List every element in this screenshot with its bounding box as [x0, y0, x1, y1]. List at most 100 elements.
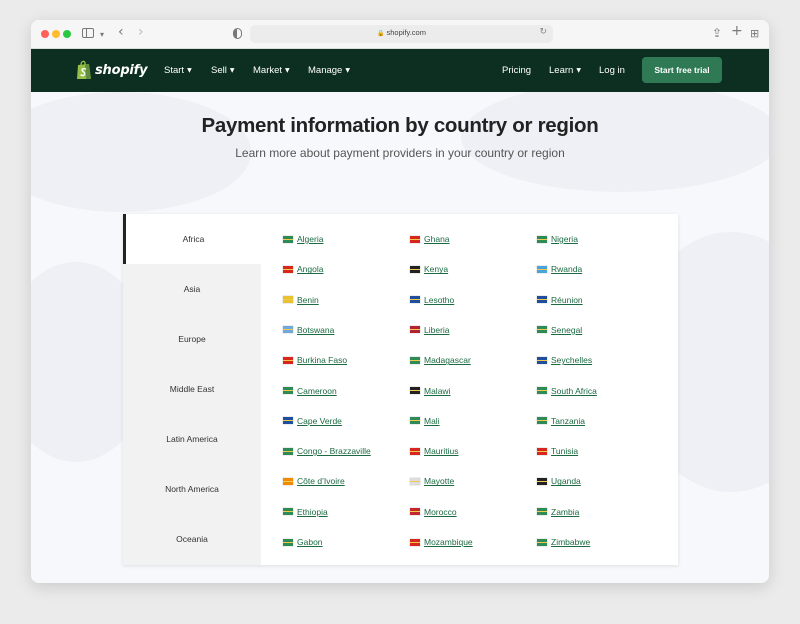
flag-icon	[283, 326, 293, 334]
chevron-down-icon[interactable]: ▾	[100, 27, 104, 43]
flag-icon	[410, 538, 420, 546]
country-link[interactable]: Seychelles	[537, 355, 592, 365]
country-link[interactable]: Tunisia	[537, 446, 578, 456]
shopify-logo[interactable]: shopify	[76, 60, 148, 80]
page-title: Payment information by country or region	[201, 114, 599, 137]
flag-icon	[537, 326, 547, 334]
country-link[interactable]: Congo - Brazzaville	[283, 446, 371, 456]
country-name: Morocco	[424, 506, 457, 517]
tab-north-america[interactable]: North America	[123, 464, 261, 514]
country-link[interactable]: Cape Verde	[283, 416, 342, 426]
country-link[interactable]: Tanzania	[537, 416, 585, 426]
privacy-shield-icon[interactable]	[233, 28, 242, 39]
country-name: Madagascar	[424, 355, 471, 366]
tab-europe[interactable]: Europe	[123, 314, 261, 364]
country-link[interactable]: Senegal	[537, 325, 582, 335]
country-link[interactable]: Liberia	[410, 325, 450, 335]
flag-icon	[283, 296, 293, 304]
country-link[interactable]: Mauritius	[410, 446, 458, 456]
country-name: Mali	[424, 415, 440, 426]
nav-pricing[interactable]: Pricing	[502, 65, 531, 76]
country-name: Ghana	[424, 234, 450, 244]
flag-icon	[410, 235, 420, 243]
country-name: Gabon	[297, 537, 323, 547]
tab-latin-america[interactable]: Latin America	[123, 414, 261, 464]
country-link[interactable]: Mozambique	[410, 537, 473, 547]
country-link[interactable]: South Africa	[537, 386, 597, 396]
flag-icon	[537, 265, 547, 273]
country-name: Réunion	[551, 294, 583, 305]
country-link[interactable]: Cameroon	[283, 386, 337, 396]
country-link[interactable]: Gabon	[283, 537, 323, 547]
close-window-button[interactable]	[41, 30, 49, 38]
country-link[interactable]: Uganda	[537, 476, 581, 486]
country-link[interactable]: Rwanda	[537, 264, 582, 274]
minimize-window-button[interactable]	[52, 30, 60, 38]
login-link[interactable]: Log in	[599, 65, 625, 76]
country-link[interactable]: Algeria	[283, 234, 323, 244]
nav-sell[interactable]: Sell ▼	[211, 65, 234, 76]
country-link[interactable]: Ghana	[410, 234, 450, 244]
chevron-down-icon: ▼	[285, 67, 290, 74]
region-tabs: Africa Asia Europe Middle East Latin Ame…	[123, 214, 261, 565]
tab-asia[interactable]: Asia	[123, 264, 261, 314]
start-free-trial-button[interactable]: Start free trial	[642, 57, 722, 83]
country-link[interactable]: Benin	[283, 295, 319, 305]
back-icon[interactable]: ‹	[118, 24, 124, 40]
tab-overview-icon[interactable]: ⊞	[750, 26, 759, 42]
flag-icon	[283, 508, 293, 516]
country-link[interactable]: Ethiopia	[283, 507, 328, 517]
tab-middle-east[interactable]: Middle East	[123, 364, 261, 414]
country-link[interactable]: Botswana	[283, 325, 334, 335]
country-link[interactable]: Mayotte	[410, 476, 454, 486]
country-link[interactable]: Angola	[283, 264, 323, 274]
nav-manage[interactable]: Manage ▼	[308, 65, 350, 76]
zoom-window-button[interactable]	[63, 30, 71, 38]
sidebar-icon[interactable]	[82, 28, 94, 38]
nav-learn[interactable]: Learn ▼	[549, 65, 581, 76]
country-link[interactable]: Côte d’Ivoire	[283, 476, 345, 486]
country-link[interactable]: Kenya	[410, 264, 448, 274]
flag-icon	[410, 477, 420, 485]
browser-toolbar: ▾ ‹ › 🔒 shopify.com ↻ ⇪ + ⊞	[31, 20, 769, 49]
tab-africa[interactable]: Africa	[123, 214, 261, 264]
country-link[interactable]: Lesotho	[410, 295, 454, 305]
country-name: Congo - Brazzaville	[297, 446, 371, 457]
flag-icon	[410, 447, 420, 455]
country-link[interactable]: Nigeria	[537, 234, 578, 244]
country-link[interactable]: Malawi	[410, 386, 450, 396]
country-link[interactable]: Zambia	[537, 507, 579, 517]
country-link[interactable]: Réunion	[537, 295, 583, 305]
nav-market[interactable]: Market ▼	[253, 65, 290, 76]
country-name: Nigeria	[551, 234, 578, 244]
chevron-down-icon: ▼	[187, 67, 192, 74]
country-link[interactable]: Burkina Faso	[283, 355, 347, 365]
country-name: Zimbabwe	[551, 537, 591, 547]
country-link[interactable]: Mali	[410, 416, 440, 426]
flag-icon	[537, 387, 547, 394]
country-name: Seychelles	[551, 355, 593, 366]
share-icon[interactable]: ⇪	[712, 25, 722, 41]
nav-start[interactable]: Start ▼	[164, 65, 192, 76]
reload-icon[interactable]: ↻	[539, 27, 547, 37]
flag-icon	[410, 508, 420, 516]
flag-icon	[283, 447, 293, 455]
tab-oceania[interactable]: Oceania	[123, 514, 261, 564]
forward-icon[interactable]: ›	[138, 24, 144, 40]
country-link[interactable]: Madagascar	[410, 355, 471, 365]
lock-icon: 🔒	[377, 30, 385, 37]
logo-wordmark: shopify	[95, 62, 148, 78]
shopping-bag-icon	[77, 60, 91, 79]
country-link[interactable]: Zimbabwe	[537, 537, 590, 547]
country-name: Lesotho	[424, 294, 455, 305]
country-link[interactable]: Morocco	[410, 507, 457, 517]
flag-icon	[537, 538, 547, 546]
address-bar[interactable]: 🔒 shopify.com ↻	[250, 25, 553, 43]
new-tab-icon[interactable]: +	[731, 23, 743, 39]
site-header: shopify Start ▼ Sell ▼ Market ▼ Manage ▼ Pri…	[31, 49, 769, 92]
country-name: Uganda	[551, 476, 581, 487]
nav-start-label: Start	[164, 65, 185, 76]
flag-icon	[537, 235, 547, 243]
nav-manage-label: Manage	[308, 65, 343, 76]
page-subtitle: Learn more about payment providers in yo…	[235, 146, 565, 160]
